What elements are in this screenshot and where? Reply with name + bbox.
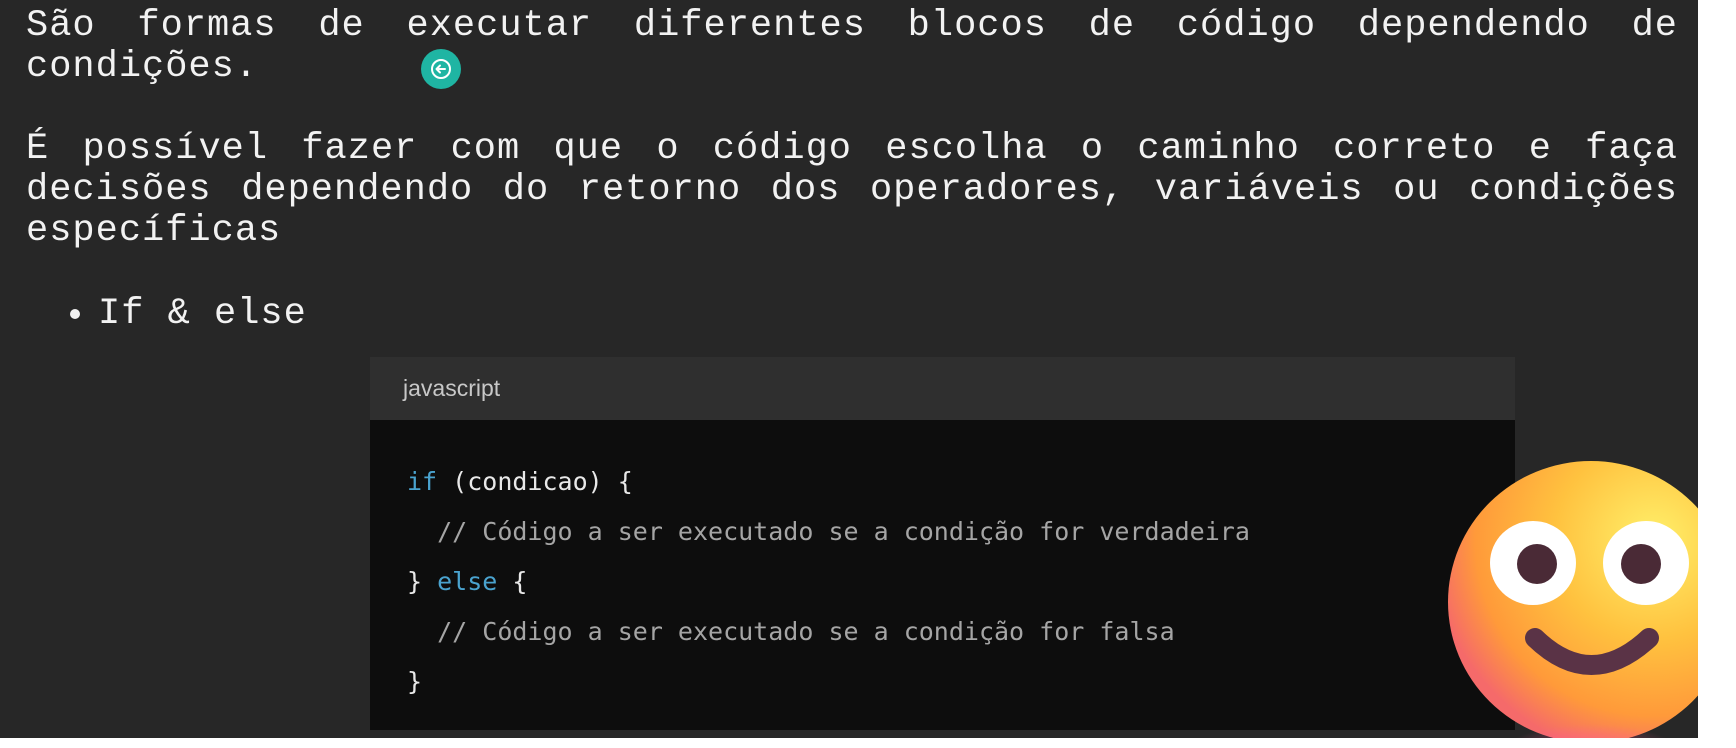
smiling-face-emoji — [1448, 461, 1698, 738]
code-language-header: javascript — [370, 357, 1515, 420]
code-keyword: else — [437, 567, 498, 596]
code-text: { — [497, 567, 528, 596]
intro-paragraph: São formas de executar diferentes blocos… — [26, 5, 1678, 88]
code-comment: // Código a ser executado se a condição … — [437, 517, 1250, 546]
code-text: (condicao) { — [437, 467, 633, 496]
bullet-list: If & else — [70, 293, 307, 335]
code-body[interactable]: if (condicao) { // Código a ser executad… — [370, 420, 1515, 707]
code-line: } — [407, 657, 1515, 707]
code-line: // Código a ser executado se a condição … — [407, 507, 1515, 557]
bullet-item: If & else — [98, 293, 307, 335]
code-keyword: if — [407, 467, 438, 496]
code-language-label: javascript — [403, 375, 501, 401]
description-paragraph: É possível fazer com que o código escolh… — [26, 128, 1678, 252]
code-text: } — [407, 567, 438, 596]
arrow-left-icon — [431, 59, 451, 79]
slide-stage: São formas de executar diferentes blocos… — [0, 0, 1698, 738]
code-line: } else { — [407, 557, 1515, 607]
back-button[interactable] — [421, 49, 461, 89]
bullet-dot — [70, 309, 80, 319]
code-text: } — [407, 667, 423, 696]
code-line: // Código a ser executado se a condição … — [407, 607, 1515, 657]
code-comment: // Código a ser executado se a condição … — [437, 617, 1175, 646]
code-line: if (condicao) { — [407, 457, 1515, 507]
code-block: javascript if (condicao) { // Código a s… — [370, 357, 1515, 730]
